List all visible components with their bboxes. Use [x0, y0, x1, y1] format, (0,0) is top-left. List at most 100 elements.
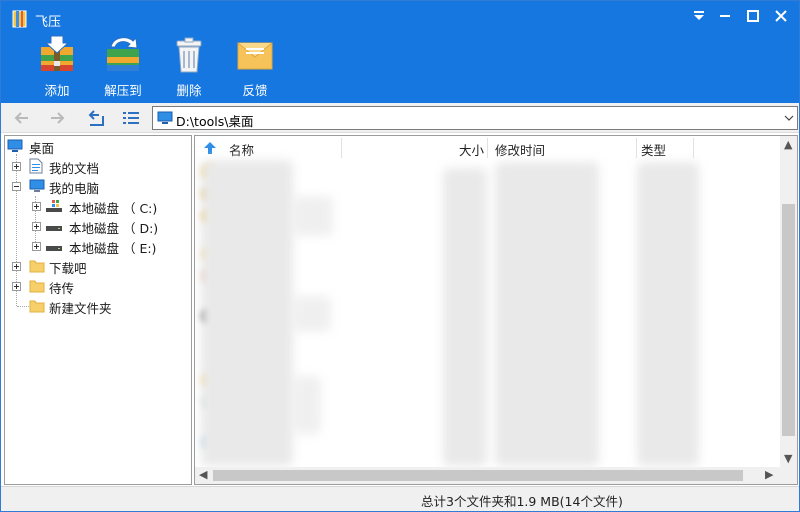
column-divider[interactable] — [341, 138, 342, 158]
tree-item-label: 下载吧 — [49, 261, 87, 276]
close-icon — [775, 10, 787, 22]
vertical-scroll-thumb[interactable] — [782, 204, 795, 436]
feedback-label: 反馈 — [242, 83, 268, 98]
window-title: 飞压 — [35, 15, 62, 30]
computer-icon — [29, 179, 45, 192]
system-drive-icon — [46, 200, 62, 212]
delete-button[interactable]: 删除 — [157, 35, 221, 99]
tree-item-downloads[interactable]: 下载吧 — [11, 257, 191, 276]
maximize-button[interactable] — [741, 5, 765, 27]
scroll-down-icon[interactable]: ▼ — [784, 452, 792, 465]
tree-item-drive-e[interactable]: 本地磁盘 （ E:) — [31, 237, 191, 256]
list-header: 名称 大小 修改时间 类型 — [195, 136, 780, 160]
view-list-button[interactable] — [120, 107, 142, 129]
trash-icon — [176, 37, 202, 73]
collapse-icon[interactable] — [12, 182, 21, 191]
folder-tree: 桌面 我的文档 我的电脑 本地磁盘 （ C:) 本地磁盘 （ D:) 本地磁盘 … — [4, 135, 192, 485]
tree-item-label: 待传 — [49, 281, 75, 296]
title-bar: 飞压 添加 解压到 删除 反馈 — [1, 1, 799, 103]
column-header-type[interactable]: 类型 — [641, 140, 666, 159]
level-up-icon — [88, 110, 104, 126]
tree-item-label: 我的电脑 — [49, 181, 100, 196]
tree-item-label: 新建文件夹 — [49, 301, 112, 316]
expand-icon[interactable] — [32, 242, 41, 251]
maximize-icon — [747, 10, 759, 22]
column-divider[interactable] — [636, 138, 637, 158]
status-bar: 总计3个文件夹和1.9 MB(14个文件) — [1, 486, 799, 511]
add-button[interactable]: 添加 — [25, 35, 89, 99]
status-summary: 总计3个文件夹和1.9 MB(14个文件) — [421, 494, 623, 509]
expand-icon[interactable] — [12, 262, 21, 271]
obscured-file-names — [293, 296, 331, 332]
desktop-icon — [157, 111, 173, 124]
obscured-file-names — [293, 196, 333, 236]
add-label: 添加 — [44, 83, 70, 98]
column-header-name[interactable]: 名称 — [229, 140, 254, 159]
address-bar[interactable]: D:\tools\桌面 — [152, 106, 798, 130]
column-divider[interactable] — [693, 138, 694, 158]
obscured-file-types — [637, 162, 699, 466]
vertical-scrollbar[interactable]: ▲ ▼ — [780, 136, 797, 468]
list-view-icon — [123, 112, 139, 124]
minimize-button[interactable] — [713, 5, 737, 27]
expand-icon[interactable] — [32, 202, 41, 211]
menu-arrow-icon — [694, 11, 704, 20]
app-window: 飞压 添加 解压到 删除 反馈 D:\tools\桌面 桌面 我的文档 我的电脑… — [0, 0, 800, 512]
scroll-left-icon[interactable]: ◀ — [199, 468, 207, 481]
tree-item-pending[interactable]: 待传 — [11, 277, 191, 296]
drive-icon — [46, 226, 62, 231]
file-list: 名称 大小 修改时间 类型 ▲ ▼ ◀ ▶ — [194, 135, 798, 485]
folder-icon — [29, 280, 45, 293]
arrow-left-icon — [14, 112, 28, 124]
horizontal-scroll-thumb[interactable] — [213, 470, 743, 481]
tree-item-drive-d[interactable]: 本地磁盘 （ D:) — [31, 217, 191, 236]
tree-item-drive-c[interactable]: 本地磁盘 （ C:) — [31, 197, 191, 216]
column-divider[interactable] — [487, 138, 488, 158]
archive-add-icon — [41, 35, 73, 71]
folder-icon — [29, 300, 45, 313]
tree-item-my-documents[interactable]: 我的文档 — [11, 157, 191, 176]
arrow-right-icon — [51, 112, 65, 124]
horizontal-scrollbar[interactable]: ◀ ▶ — [195, 467, 780, 484]
minimize-icon — [720, 15, 730, 17]
tree-item-new-folder[interactable]: 新建文件夹 — [11, 297, 191, 316]
scroll-right-icon[interactable]: ▶ — [765, 468, 773, 481]
up-folder-button[interactable] — [86, 107, 108, 129]
app-logo-icon — [12, 10, 27, 28]
obscured-modified-times — [495, 162, 599, 466]
expand-icon[interactable] — [12, 282, 21, 291]
up-arrow-icon[interactable] — [203, 141, 217, 155]
tree-item-my-computer[interactable]: 我的电脑 — [11, 177, 191, 196]
tree-item-label: 本地磁盘 （ E:) — [69, 241, 157, 256]
envelope-icon — [237, 42, 273, 70]
expand-icon[interactable] — [32, 222, 41, 231]
tree-item-label: 我的文档 — [49, 161, 100, 176]
menu-dropdown-button[interactable] — [687, 5, 711, 27]
tree-item-label: 本地磁盘 （ C:) — [69, 201, 158, 216]
delete-label: 删除 — [176, 83, 202, 98]
obscured-file-sizes — [443, 168, 487, 466]
expand-icon[interactable] — [12, 162, 21, 171]
feedback-button[interactable]: 反馈 — [223, 35, 287, 99]
close-button[interactable] — [769, 5, 793, 27]
desktop-icon — [7, 139, 23, 152]
back-button[interactable] — [11, 107, 33, 129]
scrollbar-corner — [780, 467, 797, 484]
folder-icon — [29, 260, 45, 273]
extract-icon — [107, 36, 139, 71]
tree-item-label: 本地磁盘 （ D:) — [69, 221, 159, 236]
column-header-modified[interactable]: 修改时间 — [495, 140, 545, 159]
navigation-bar: D:\tools\桌面 — [1, 103, 799, 133]
column-header-size[interactable]: 大小 — [459, 140, 484, 159]
document-icon — [29, 158, 43, 174]
obscured-file-names — [293, 376, 321, 434]
scroll-up-icon[interactable]: ▲ — [784, 138, 792, 151]
extract-to-button[interactable]: 解压到 — [91, 35, 155, 99]
address-path: D:\tools\桌面 — [176, 114, 254, 129]
extract-to-label: 解压到 — [104, 83, 142, 98]
tree-item-label: 桌面 — [29, 141, 55, 156]
chevron-down-icon[interactable] — [784, 113, 794, 123]
forward-button[interactable] — [46, 107, 68, 129]
obscured-file-names — [201, 160, 293, 466]
drive-icon — [46, 246, 62, 251]
